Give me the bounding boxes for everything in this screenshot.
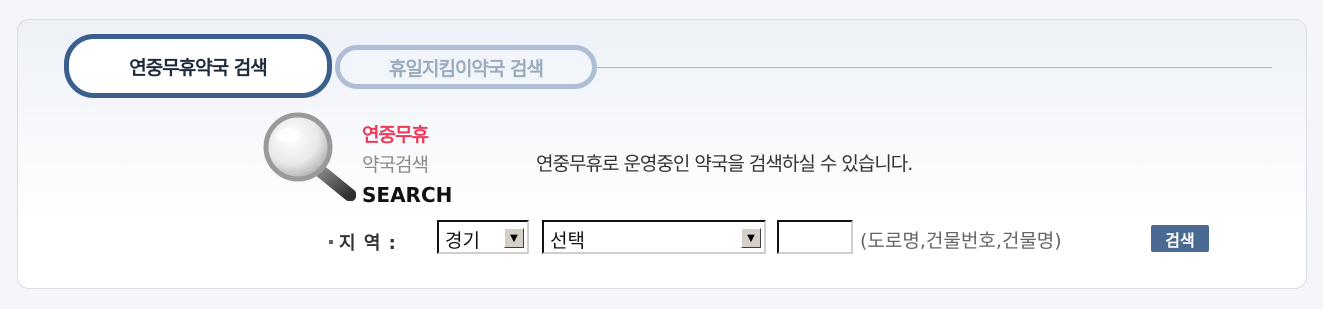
bullet-icon [329, 240, 333, 244]
search-button[interactable]: 검색 [1151, 225, 1209, 252]
province-select[interactable]: 경기 ▼ [437, 220, 529, 254]
city-select[interactable]: 선택 ▼ [542, 220, 766, 254]
logo-text-year-round: 연중무휴 [362, 124, 429, 146]
dropdown-arrow-icon[interactable]: ▼ [504, 228, 524, 248]
logo-text-search: SEARCH [362, 183, 453, 207]
region-label: 지 역 : [339, 233, 397, 254]
address-hint: (도로명,건물번호,건물명) [860, 230, 1062, 252]
tab-holiday-pharmacy-search[interactable]: 휴일지킴이약국 검색 [335, 45, 597, 89]
dropdown-arrow-icon[interactable]: ▼ [741, 228, 761, 248]
magnifier-icon [263, 112, 356, 201]
tab-year-round-pharmacy-search[interactable]: 연중무휴약국 검색 [64, 34, 332, 98]
province-select-value: 경기 [445, 230, 480, 252]
logo-text-pharmacy-search: 약국검색 [362, 154, 429, 176]
address-input[interactable] [777, 220, 853, 254]
tab-label: 휴일지킴이약국 검색 [389, 57, 544, 80]
tab-label: 연중무휴약국 검색 [129, 56, 267, 79]
city-select-value: 선택 [550, 230, 585, 252]
description-text: 연중무휴로 운영중인 약국을 검색하실 수 있습니다. [536, 153, 913, 175]
tab-divider-line [590, 67, 1272, 68]
